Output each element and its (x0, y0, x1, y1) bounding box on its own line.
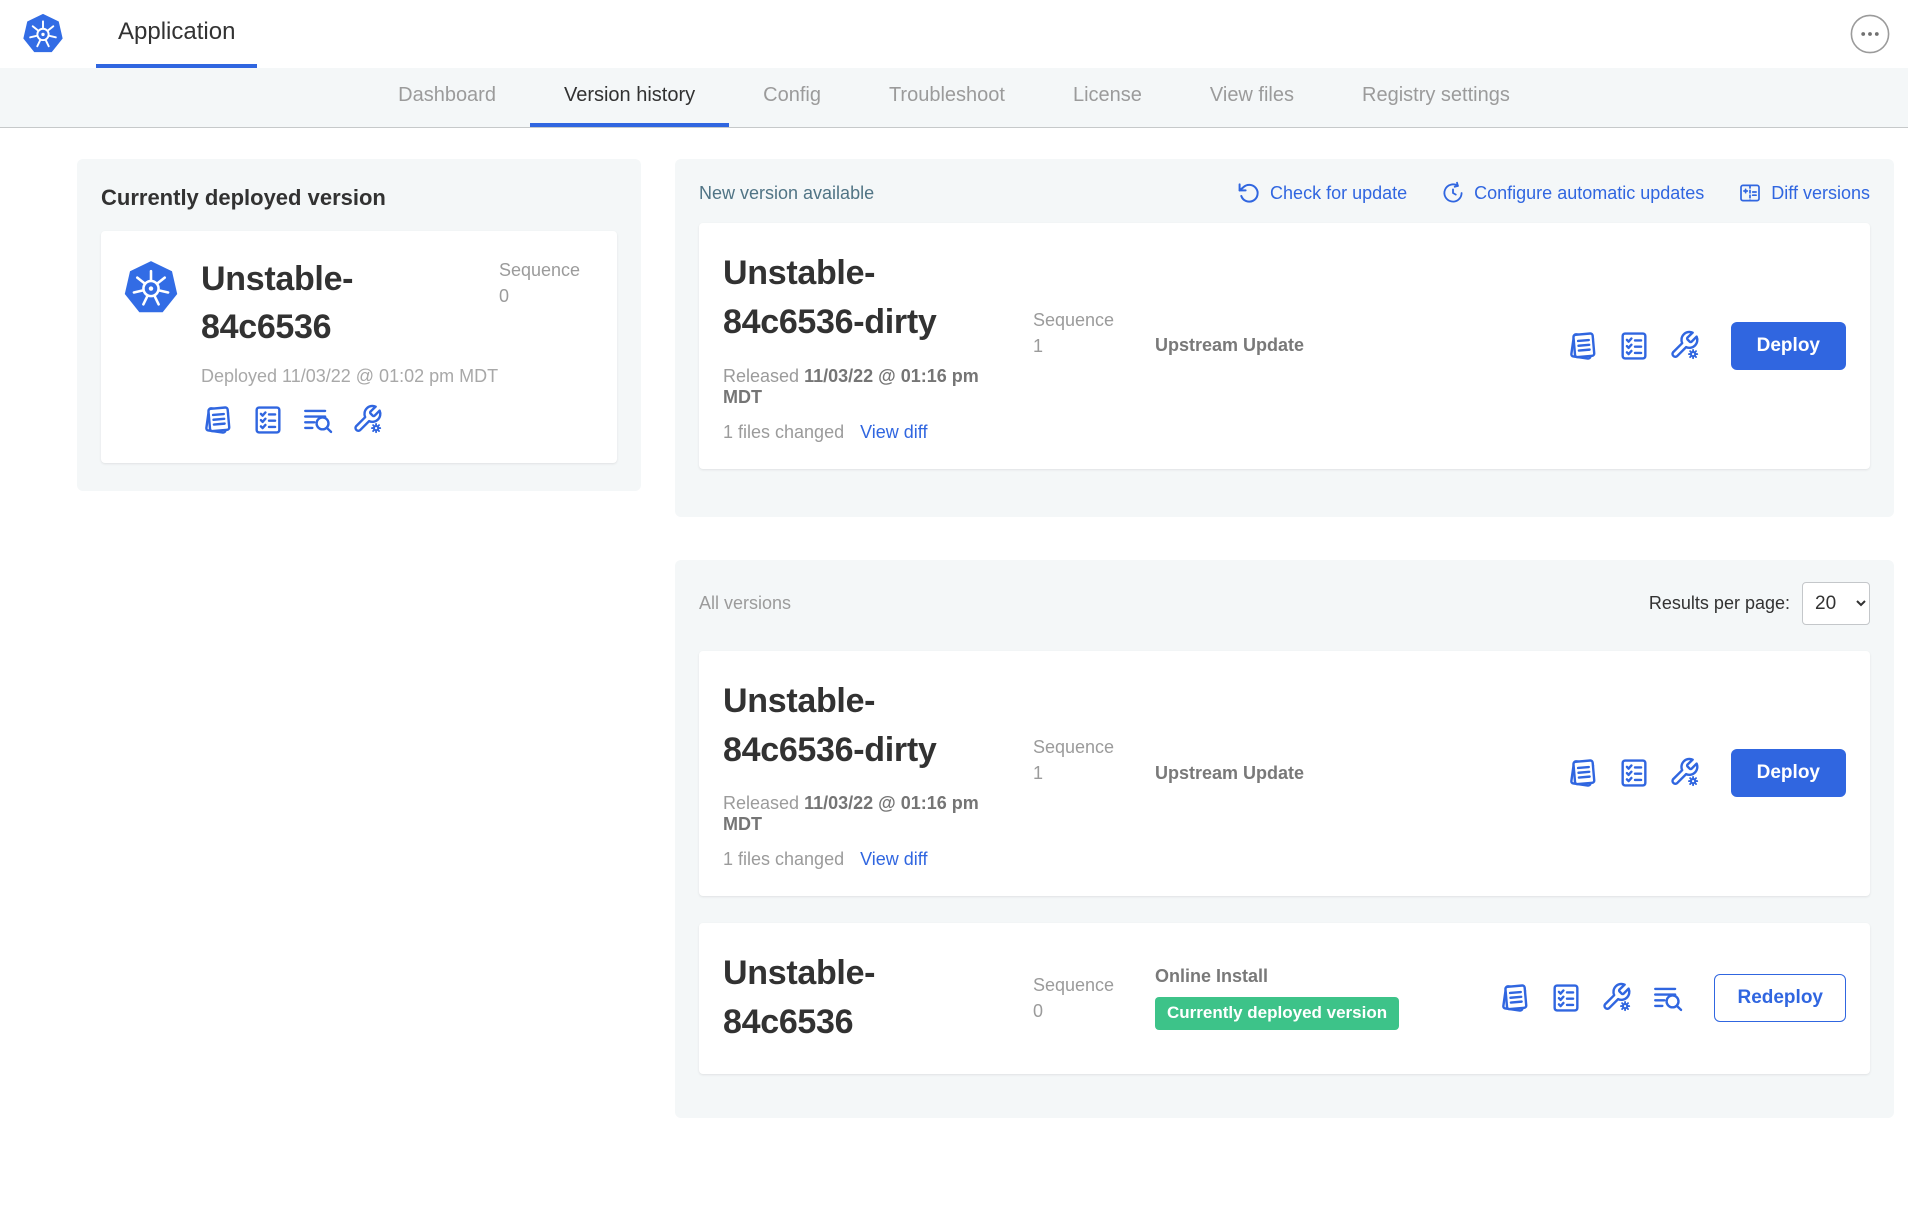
new-version-heading: New version available (699, 183, 874, 204)
sequence-label: Sequence (499, 257, 595, 283)
files-changed-text: 1 files changed (723, 849, 844, 870)
tab-dashboard[interactable]: Dashboard (364, 68, 530, 127)
released-timestamp: Released 11/03/22 @ 01:16 pm MDT (723, 366, 1009, 408)
redeploy-button[interactable]: Redeploy (1714, 974, 1846, 1022)
currently-deployed-panel: Currently deployed version Unstable-84c6… (77, 159, 641, 491)
all-versions-panel: All versions Results per page: 20 Unstab… (675, 560, 1894, 1118)
release-notes-icon[interactable] (1498, 981, 1532, 1015)
deployed-version-title: Unstable-84c6536 (201, 255, 481, 352)
diff-versions-label: Diff versions (1771, 183, 1870, 204)
preflight-checks-icon[interactable] (1617, 329, 1651, 363)
app-title-tab[interactable]: Application (96, 0, 257, 68)
tab-registry-settings[interactable]: Registry settings (1328, 68, 1544, 127)
release-notes-icon[interactable] (1566, 329, 1600, 363)
version-source: Upstream Update (1155, 335, 1304, 356)
configure-automatic-updates-label: Configure automatic updates (1474, 183, 1704, 204)
diff-versions-link[interactable]: Diff versions (1738, 181, 1870, 205)
new-version-panel: New version available Check for update C… (675, 159, 1894, 517)
results-per-page-select[interactable]: 20 (1802, 582, 1870, 625)
sequence-info: Sequence 0 (1033, 972, 1133, 1024)
currently-deployed-badge: Currently deployed version (1155, 997, 1399, 1030)
release-notes-icon[interactable] (201, 403, 235, 437)
ellipsis-icon (1850, 14, 1890, 54)
tab-view-files[interactable]: View files (1176, 68, 1328, 127)
version-title: Unstable-84c6536-dirty (723, 249, 1005, 348)
files-changed-text: 1 files changed (723, 422, 844, 443)
sequence-label: Sequence (1033, 734, 1133, 760)
tab-license[interactable]: License (1039, 68, 1176, 127)
edit-config-icon[interactable] (351, 403, 385, 437)
refresh-icon (1237, 181, 1261, 205)
sequence-value: 0 (1033, 998, 1133, 1024)
preflight-checks-icon[interactable] (1549, 981, 1583, 1015)
auto-update-clock-icon (1441, 181, 1465, 205)
edit-config-icon[interactable] (1668, 756, 1702, 790)
sequence-info: Sequence 0 (499, 255, 595, 309)
version-row: Unstable-84c6536 Sequence 0 Online Insta… (699, 923, 1870, 1074)
preflight-checks-icon[interactable] (1617, 756, 1651, 790)
configure-automatic-updates-link[interactable]: Configure automatic updates (1441, 181, 1704, 205)
all-versions-heading: All versions (699, 593, 791, 614)
deploy-button[interactable]: Deploy (1731, 322, 1846, 370)
sequence-label: Sequence (1033, 307, 1133, 333)
view-diff-link[interactable]: View diff (860, 849, 927, 870)
kubernetes-logo (123, 259, 179, 317)
released-prefix: Released (723, 793, 799, 813)
results-per-page-label: Results per page: (1649, 593, 1790, 614)
sequence-info: Sequence 1 (1033, 734, 1133, 786)
version-source: Upstream Update (1155, 763, 1304, 784)
sequence-value: 1 (1033, 333, 1133, 359)
version-source: Online Install (1155, 966, 1399, 987)
version-title: Unstable-84c6536 (723, 949, 1005, 1048)
sequence-value: 1 (1033, 760, 1133, 786)
view-diff-link[interactable]: View diff (860, 422, 927, 443)
diff-columns-icon (1738, 181, 1762, 205)
edit-config-icon[interactable] (1668, 329, 1702, 363)
overflow-menu-button[interactable] (1850, 14, 1890, 54)
sequence-label: Sequence (1033, 972, 1133, 998)
new-version-card: Unstable-84c6536-dirty Released 11/03/22… (699, 223, 1870, 469)
check-for-update-link[interactable]: Check for update (1237, 181, 1407, 205)
tab-config[interactable]: Config (729, 68, 855, 127)
app-header: Application (0, 0, 1908, 68)
view-logs-icon[interactable] (1651, 981, 1685, 1015)
deploy-button[interactable]: Deploy (1731, 749, 1846, 797)
deployed-timestamp: Deployed 11/03/22 @ 01:02 pm MDT (201, 366, 595, 387)
edit-config-icon[interactable] (1600, 981, 1634, 1015)
tab-version-history[interactable]: Version history (530, 68, 729, 127)
sequence-info: Sequence 1 (1033, 307, 1133, 359)
app-nav: Dashboard Version history Config Trouble… (0, 68, 1908, 128)
version-row: Unstable-84c6536-dirty Released 11/03/22… (699, 651, 1870, 897)
released-timestamp: Released 11/03/22 @ 01:16 pm MDT (723, 793, 1009, 835)
main-content: Currently deployed version Unstable-84c6… (0, 128, 1908, 1178)
view-logs-icon[interactable] (301, 403, 335, 437)
deployed-version-card: Unstable-84c6536 Sequence 0 Deployed 11/… (101, 231, 617, 463)
release-notes-icon[interactable] (1566, 756, 1600, 790)
check-for-update-label: Check for update (1270, 183, 1407, 204)
sequence-value: 0 (499, 283, 595, 309)
version-title: Unstable-84c6536-dirty (723, 677, 1005, 776)
released-prefix: Released (723, 366, 799, 386)
preflight-checks-icon[interactable] (251, 403, 285, 437)
tab-troubleshoot[interactable]: Troubleshoot (855, 68, 1039, 127)
app-title: Application (118, 18, 235, 46)
currently-deployed-heading: Currently deployed version (101, 185, 617, 211)
kubernetes-logo (22, 13, 64, 55)
